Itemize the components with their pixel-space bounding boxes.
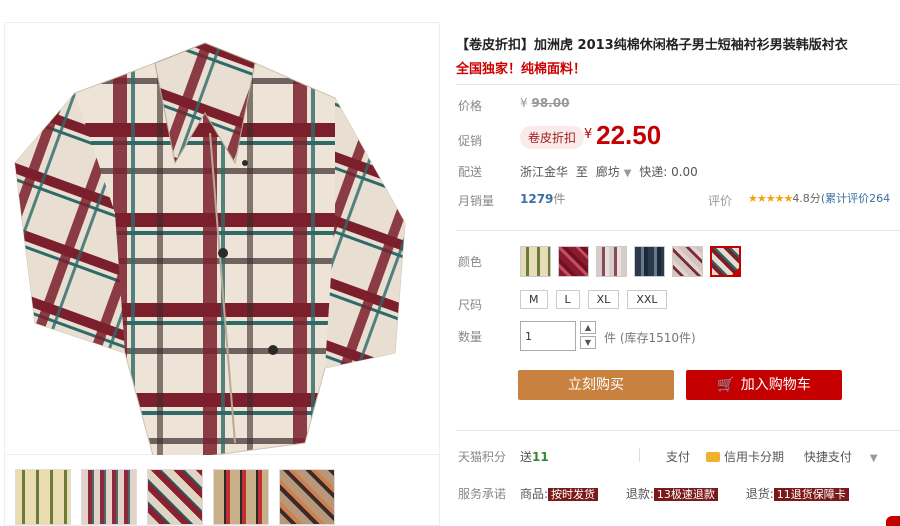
divider bbox=[456, 230, 900, 231]
service-item[interactable]: 退款: 13极速退款 bbox=[626, 487, 718, 501]
original-price: ¥ 98.00 bbox=[520, 96, 569, 110]
size-option-l[interactable]: L bbox=[555, 290, 580, 309]
ship-to-word: 至 bbox=[575, 165, 588, 179]
divider bbox=[456, 84, 900, 85]
divider bbox=[456, 430, 900, 431]
credit-card-installment[interactable]: 信用卡分期 bbox=[724, 450, 784, 464]
sales-count: 1279 bbox=[520, 192, 554, 206]
chevron-down-icon[interactable]: ▼ bbox=[870, 453, 878, 464]
size-option-m[interactable]: M bbox=[520, 290, 548, 309]
service-tag: 按时发货 bbox=[548, 488, 599, 501]
tmall-points: 送11 bbox=[520, 448, 549, 465]
color-swatch[interactable] bbox=[672, 246, 703, 277]
shipping-label: 配送 bbox=[458, 165, 483, 179]
service-prefix: 商品: bbox=[520, 487, 549, 501]
price-label: 价格 bbox=[458, 99, 483, 113]
quantity-increase-icon[interactable]: ▲ bbox=[580, 321, 596, 334]
corner-badge-icon[interactable] bbox=[886, 516, 900, 526]
review-count[interactable]: (累计评价264 bbox=[821, 192, 890, 205]
thumbnail-3[interactable] bbox=[147, 469, 203, 525]
promo-price-value: 22.50 bbox=[596, 120, 662, 150]
color-swatch[interactable] bbox=[520, 246, 551, 277]
service-prefix: 退货: bbox=[745, 487, 774, 501]
buy-now-button[interactable]: 立刻购买 bbox=[518, 370, 674, 400]
ship-destination[interactable]: 廊坊 bbox=[596, 165, 620, 179]
payment-label: 支付 bbox=[666, 450, 691, 464]
quantity-label: 数量 bbox=[458, 330, 483, 344]
main-product-image[interactable] bbox=[5, 23, 439, 464]
points-value: 11 bbox=[532, 450, 549, 464]
color-swatch[interactable] bbox=[558, 246, 589, 277]
thumbnail-5[interactable] bbox=[279, 469, 335, 525]
service-label: 服务承诺 bbox=[458, 487, 507, 501]
promo-label: 促销 bbox=[458, 134, 483, 148]
shirt-image bbox=[14, 42, 406, 464]
divider bbox=[639, 448, 640, 462]
service-tag: 13极速退款 bbox=[653, 488, 718, 501]
currency-symbol: ¥ bbox=[520, 96, 528, 110]
size-option-xl[interactable]: XL bbox=[587, 290, 620, 309]
stock-info: 件 (库存1510件) bbox=[604, 331, 696, 345]
points-prefix: 送 bbox=[520, 450, 533, 464]
product-title: 【卷皮折扣】加洲虎 2013纯棉休闲格子男士短袖衬衫男装韩版衬衣 bbox=[456, 38, 848, 53]
service-tag: 11退货保障卡 bbox=[773, 488, 849, 501]
quantity-input[interactable]: 1 bbox=[520, 321, 576, 351]
thumbnail-strip bbox=[15, 469, 335, 525]
service-item[interactable]: 商品: 按时发货 bbox=[520, 487, 599, 501]
thumbnail-1[interactable] bbox=[15, 469, 71, 525]
payment-options: 支付 信用卡分期 快捷支付 ▼ bbox=[666, 448, 878, 465]
star-icon: ★★★★★ bbox=[748, 192, 793, 205]
thumbnail-2[interactable] bbox=[81, 469, 137, 525]
rating[interactable]: ★★★★★4.8分(累计评价264 bbox=[748, 190, 890, 206]
monthly-sales: 1279件 bbox=[520, 190, 565, 207]
quick-pay[interactable]: 快捷支付 bbox=[804, 450, 852, 464]
original-price-value: 98.00 bbox=[531, 96, 570, 110]
size-options: M L XL XXL bbox=[520, 290, 667, 309]
tmall-points-label: 天猫积分 bbox=[458, 450, 507, 464]
image-gallery bbox=[4, 22, 440, 526]
quantity-decrease-icon[interactable]: ▼ bbox=[580, 336, 596, 349]
service-prefix: 退款: bbox=[625, 487, 654, 501]
sales-unit: 件 bbox=[553, 192, 566, 206]
thumbnail-4[interactable] bbox=[213, 469, 269, 525]
credit-card-icon bbox=[706, 452, 721, 462]
ship-fee: 快递: 0.00 bbox=[639, 165, 698, 179]
service-item[interactable]: 退货: 11退货保障卡 bbox=[746, 487, 849, 501]
color-swatch-selected[interactable] bbox=[710, 246, 741, 277]
size-label: 尺码 bbox=[458, 298, 483, 312]
promo-currency: ¥ bbox=[584, 127, 593, 142]
cart-icon: 🛒 bbox=[717, 377, 735, 393]
rating-score: 4.8分 bbox=[792, 192, 821, 205]
add-to-cart-label: 加入购物车 bbox=[740, 377, 811, 393]
sales-label: 月销量 bbox=[458, 194, 495, 208]
color-label: 颜色 bbox=[458, 255, 483, 269]
ship-from: 浙江金华 bbox=[520, 165, 569, 179]
add-to-cart-button[interactable]: 🛒 加入购物车 bbox=[686, 370, 842, 400]
color-swatch[interactable] bbox=[634, 246, 665, 277]
color-swatches bbox=[520, 246, 741, 277]
color-swatch[interactable] bbox=[596, 246, 627, 277]
rating-label: 评价 bbox=[708, 194, 733, 208]
service-promises: 商品: 按时发货 退款: 13极速退款 退货: 11退货保障卡 bbox=[520, 485, 873, 502]
shipping-info: 浙江金华 至 廊坊 ▼ 快递: 0.00 bbox=[520, 163, 698, 180]
promo-price: ¥ 22.50 bbox=[584, 120, 661, 151]
size-option-xxl[interactable]: XXL bbox=[627, 290, 667, 309]
chevron-down-icon[interactable]: ▼ bbox=[624, 168, 632, 179]
promo-badge: 卷皮折扣 bbox=[520, 126, 585, 149]
product-subtitle: 全国独家！纯棉面料！ bbox=[456, 62, 587, 77]
